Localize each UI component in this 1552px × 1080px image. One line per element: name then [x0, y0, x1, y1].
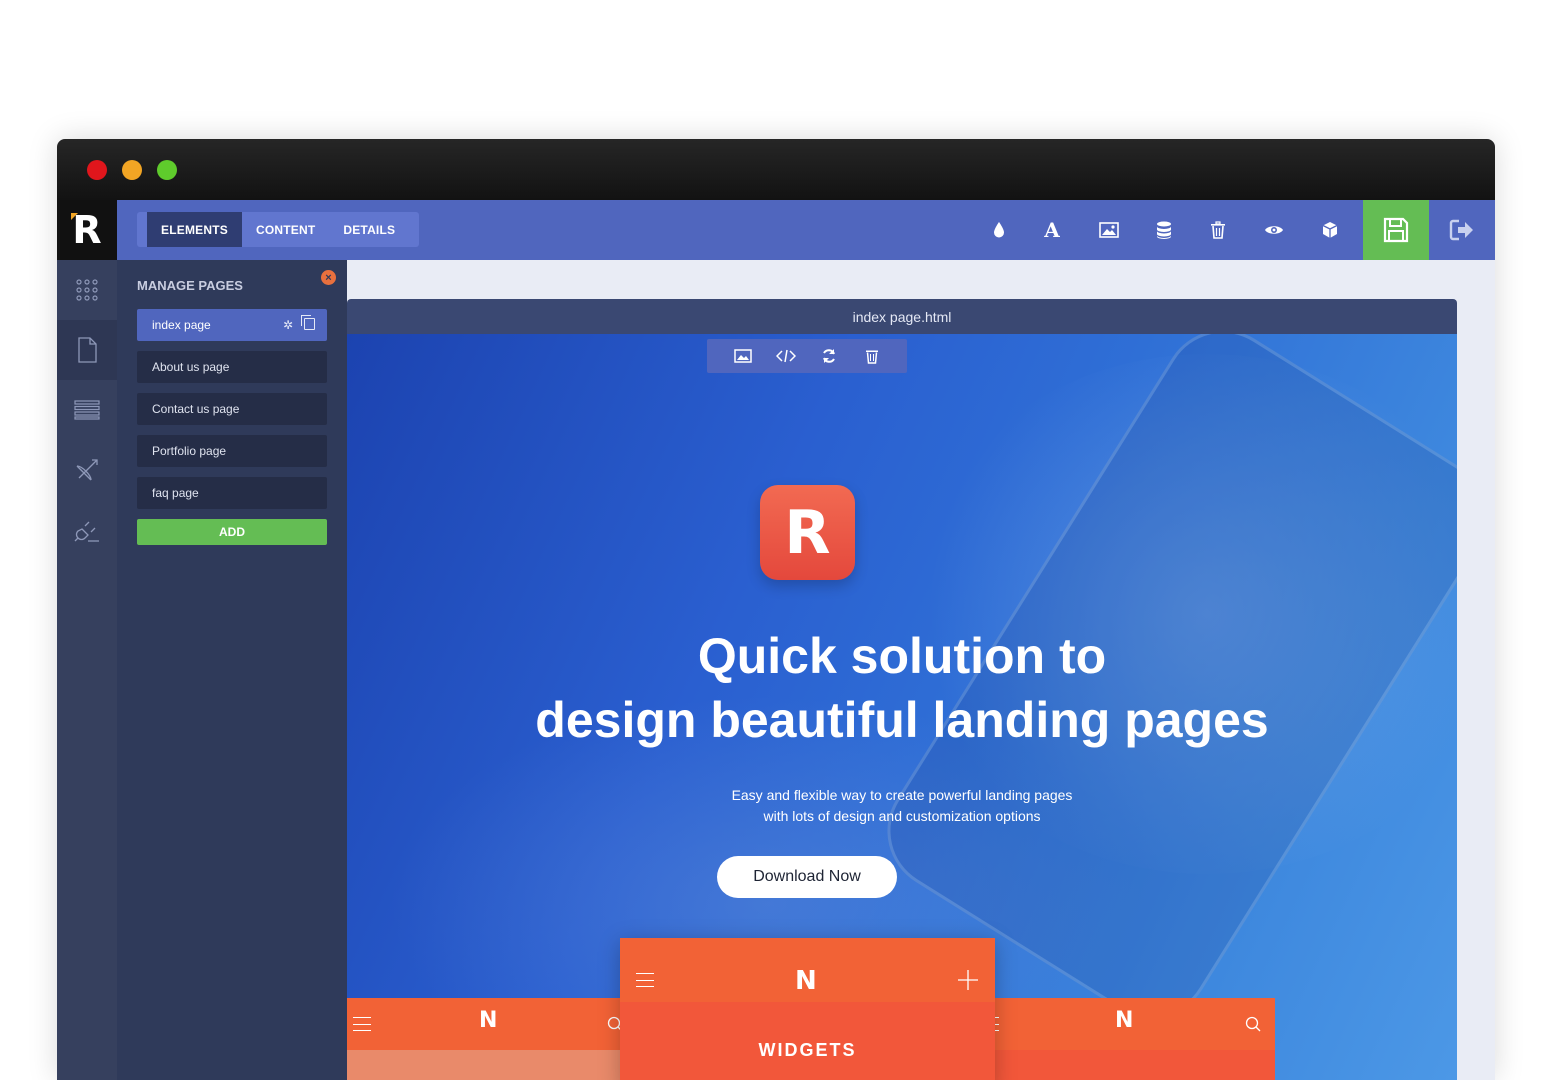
code-icon[interactable]	[775, 345, 797, 367]
page-item-portfolio[interactable]: Portfolio page	[137, 435, 327, 467]
plug-icon	[74, 521, 99, 542]
mockup-logo: N	[1115, 1008, 1134, 1033]
page-icon	[78, 337, 97, 363]
eye-icon[interactable]	[1261, 217, 1287, 243]
gear-icon[interactable]: ✲	[283, 318, 293, 332]
mockup-left: N	[347, 998, 647, 1080]
plus-icon	[958, 970, 978, 990]
droplet-icon[interactable]	[986, 217, 1012, 243]
bow-arrow-icon	[76, 459, 98, 481]
cube-icon[interactable]	[1317, 217, 1343, 243]
image-icon[interactable]	[1096, 217, 1122, 243]
left-icon-bar	[57, 260, 117, 1080]
refresh-icon[interactable]	[818, 345, 840, 367]
mockup-center: N WIDGETS	[620, 938, 995, 1080]
page-item-about[interactable]: About us page	[137, 351, 327, 383]
page-item-label: Contact us page	[152, 402, 240, 416]
tab-content[interactable]: CONTENT	[242, 212, 329, 247]
hero-headline: Quick solution to design beautiful landi…	[442, 624, 1362, 752]
app-logo[interactable]: R	[57, 200, 117, 260]
page-item-label: index page	[152, 318, 211, 332]
menu-icon	[353, 1017, 371, 1031]
tab-elements[interactable]: ELEMENTS	[147, 212, 242, 247]
sections-menu-button[interactable]	[57, 380, 117, 440]
canvas-file-title: index page.html	[347, 299, 1457, 334]
app-logo-letter: R	[72, 208, 102, 252]
mockup-logo: N	[479, 1008, 498, 1033]
minimize-window-button[interactable]	[122, 160, 142, 180]
app-window: R ELEMENTS CONTENT DETAILS A MANAGE PAGE…	[57, 139, 1495, 1080]
menu-icon	[636, 973, 654, 987]
sign-out-icon	[1449, 219, 1473, 241]
page-item-faq[interactable]: faq page	[137, 477, 327, 509]
database-icon[interactable]	[1151, 217, 1177, 243]
subtext-line-2: with lots of design and customization op…	[763, 808, 1041, 824]
page-item-label: About us page	[152, 360, 230, 374]
close-panel-icon[interactable]: ×	[321, 270, 336, 285]
close-window-button[interactable]	[87, 160, 107, 180]
image-icon[interactable]	[732, 345, 754, 367]
target-menu-button[interactable]	[57, 440, 117, 500]
headline-line-1: Quick solution to	[697, 628, 1107, 684]
download-now-button[interactable]: Download Now	[717, 856, 897, 898]
search-icon	[1245, 1016, 1261, 1032]
grid-menu-button[interactable]	[57, 260, 117, 320]
subtext-line-1: Easy and flexible way to create powerful…	[731, 787, 1073, 803]
manage-pages-panel: MANAGE PAGES × index page ✲ About us pag…	[117, 260, 347, 1080]
duplicate-icon[interactable]	[301, 315, 315, 330]
rows-icon	[74, 400, 100, 420]
grid-dots-icon	[76, 279, 98, 301]
save-button[interactable]	[1363, 200, 1429, 260]
trash-icon[interactable]	[861, 345, 883, 367]
trash-icon[interactable]	[1205, 217, 1231, 243]
mockup-logo: N	[795, 966, 817, 996]
app-logo-badge: R	[760, 485, 855, 580]
floppy-disk-icon	[1383, 217, 1409, 243]
exit-button[interactable]	[1429, 200, 1495, 260]
page-item-index[interactable]: index page ✲	[137, 309, 327, 341]
panel-title: MANAGE PAGES	[137, 278, 243, 293]
mode-tabs: ELEMENTS CONTENT DETAILS	[137, 212, 420, 247]
page-item-label: Portfolio page	[152, 444, 227, 458]
tab-details[interactable]: DETAILS	[329, 212, 409, 247]
section-toolbar	[707, 339, 907, 373]
maximize-window-button[interactable]	[157, 160, 177, 180]
plugins-menu-button[interactable]	[57, 500, 117, 560]
mockup-center-title: WIDGETS	[758, 1040, 857, 1060]
page-item-contact[interactable]: Contact us page	[137, 393, 327, 425]
logo-letter: R	[784, 497, 831, 568]
top-toolbar: R ELEMENTS CONTENT DETAILS A	[57, 200, 1495, 260]
hero-section[interactable]: R Quick solution to design beautiful lan…	[347, 334, 1457, 1080]
page-item-label: faq page	[152, 486, 199, 500]
hero-subtext: Easy and flexible way to create powerful…	[347, 785, 1457, 827]
page-canvas: index page.html R Quick solution to desi…	[347, 299, 1457, 1080]
pages-menu-button[interactable]	[57, 320, 117, 380]
add-page-button[interactable]: ADD	[137, 519, 327, 545]
window-titlebar	[57, 139, 1495, 200]
headline-line-2: design beautiful landing pages	[535, 692, 1269, 748]
font-icon[interactable]: A	[1039, 217, 1065, 243]
mockup-right: N	[981, 998, 1275, 1080]
